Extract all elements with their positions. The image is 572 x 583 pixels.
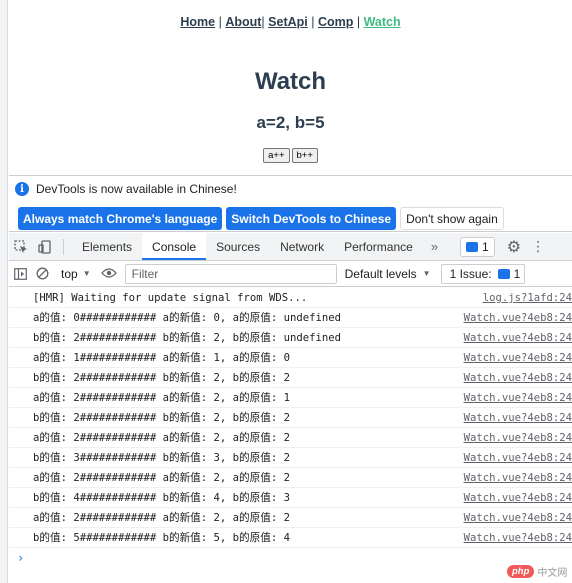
console-message-row: [HMR] Waiting for update signal from WDS… <box>9 288 572 308</box>
nav-separator: | <box>215 15 226 29</box>
nav-link-comp[interactable]: Comp <box>318 15 353 29</box>
console-message-row: b的值: 4############ b的新值: 4, b的原值: 3 Watch… <box>9 488 572 508</box>
console-source-link[interactable]: Watch.vue?4eb8:24 <box>464 408 572 427</box>
message-icon <box>466 241 479 252</box>
console-source-link[interactable]: Watch.vue?4eb8:24 <box>464 368 572 387</box>
increment-b-button[interactable]: b++ <box>291 148 318 163</box>
tab-elements[interactable]: Elements <box>72 233 142 261</box>
console-source-link[interactable]: Watch.vue?4eb8:24 <box>464 308 572 327</box>
issues-label: 1 Issue: <box>449 266 492 281</box>
console-source-link[interactable]: Watch.vue?4eb8:24 <box>464 388 572 407</box>
watermark-text: 中文网 <box>537 568 568 579</box>
log-levels-value: Default levels <box>344 266 417 281</box>
watermark-logo: php <box>507 565 535 578</box>
console-source-link[interactable]: Watch.vue?4eb8:24 <box>464 488 572 507</box>
more-options-icon[interactable]: ⋮ <box>531 238 545 255</box>
console-source-link[interactable]: Watch.vue?4eb8:24 <box>464 508 572 527</box>
issues-count: 1 <box>482 239 489 254</box>
console-messages: [HMR] Waiting for update signal from WDS… <box>9 288 572 548</box>
nav-separator: | <box>307 15 318 29</box>
tab-network[interactable]: Network <box>270 233 334 261</box>
console-message-row: b的值: 2############ b的新值: 2, b的原值: 2 Watch… <box>9 368 572 388</box>
console-source-link[interactable]: Watch.vue?4eb8:24 <box>464 348 572 367</box>
infobar-message-line: i DevTools is now available in Chinese! <box>15 182 237 196</box>
console-source-link[interactable]: Watch.vue?4eb8:24 <box>464 528 572 547</box>
console-message-row: b的值: 2############ b的新值: 2, b的原值: 2 Watch… <box>9 408 572 428</box>
info-icon: i <box>15 182 29 196</box>
issues-filter-button[interactable]: 1 Issue: 1 <box>440 263 526 284</box>
console-source-link[interactable]: Watch.vue?4eb8:24 <box>464 468 572 487</box>
devtools-panel: i DevTools is now available in Chinese! … <box>9 175 572 583</box>
console-message-row: a的值: 2############ a的新值: 2, a的原值: 2 Watch… <box>9 468 572 488</box>
language-infobar: i DevTools is now available in Chinese! … <box>9 176 572 232</box>
nav-link-home[interactable]: Home <box>180 15 215 29</box>
context-selector-value: top <box>61 266 78 281</box>
watermark: php 中文网 <box>507 564 567 579</box>
infobar-message: DevTools is now available in Chinese! <box>36 182 237 196</box>
issues-counter-button[interactable]: 1 <box>460 236 495 257</box>
page-title: Watch <box>254 68 327 95</box>
counter-buttons: a++ b++ <box>9 148 572 163</box>
message-icon <box>497 268 510 279</box>
prompt-chevron-icon: › <box>17 551 25 565</box>
context-selector[interactable]: top ▼ <box>55 267 97 281</box>
console-source-link[interactable]: Watch.vue?4eb8:24 <box>464 448 572 467</box>
console-output: [HMR] Waiting for update signal from WDS… <box>9 288 572 583</box>
chevron-down-icon: ▼ <box>422 269 431 278</box>
increment-a-button[interactable]: a++ <box>263 148 290 163</box>
device-toolbar-icon[interactable] <box>33 233 57 261</box>
inspect-element-icon[interactable] <box>9 233 33 261</box>
tab-sources[interactable]: Sources <box>206 233 270 261</box>
console-source-link[interactable]: Watch.vue?4eb8:24 <box>464 328 572 347</box>
toolbar-divider <box>63 238 64 255</box>
console-source-link[interactable]: Watch.vue?4eb8:24 <box>464 428 572 447</box>
sidebar-toggle-icon[interactable] <box>9 261 31 287</box>
chevron-down-icon: ▼ <box>82 269 91 278</box>
console-prompt[interactable]: › <box>9 548 572 568</box>
nav-link-watch[interactable]: Watch <box>364 15 401 29</box>
more-tabs-icon[interactable]: » <box>423 239 446 254</box>
console-message-row: a的值: 2############ a的新值: 2, a的原值: 2 Watch… <box>9 428 572 448</box>
console-message-row: a的值: 0############ a的新值: 0, a的原值: undefi… <box>9 308 572 328</box>
dont-show-again-button[interactable]: Don't show again <box>400 207 504 230</box>
devtools-tabbar: Elements Console Sources Network Perform… <box>9 233 572 261</box>
log-levels-dropdown[interactable]: Default levels ▼ <box>345 267 431 281</box>
live-expression-eye-icon[interactable] <box>100 265 117 282</box>
console-filterbar: top ▼ Default levels ▼ 1 Issue: 1 <box>9 261 572 287</box>
page-viewport: Home | About| SetApi | Comp | Watch Watc… <box>9 0 572 175</box>
window-left-edge <box>0 0 8 583</box>
console-filter-input[interactable] <box>124 263 337 284</box>
console-source-link[interactable]: log.js?1afd:24 <box>483 288 572 307</box>
nav-separator: | <box>353 15 364 29</box>
console-message-row: b的值: 5############ b的新值: 5, b的原值: 4 Watch… <box>9 528 572 548</box>
infobar-actions: Always match Chrome's language Switch De… <box>18 207 504 230</box>
tab-console[interactable]: Console <box>142 233 207 260</box>
clear-console-icon[interactable] <box>31 261 53 287</box>
top-nav: Home | About| SetApi | Comp | Watch <box>9 15 572 29</box>
nav-link-setapi[interactable]: SetApi <box>268 15 308 29</box>
nav-link-about[interactable]: About <box>225 15 261 29</box>
settings-gear-icon[interactable]: ⚙ <box>507 237 521 257</box>
console-message-row: a的值: 2############ a的新值: 2, a的原值: 1 Watch… <box>9 388 572 408</box>
values-display: a=2, b=5 <box>256 113 325 132</box>
tab-performance[interactable]: Performance <box>334 233 423 261</box>
switch-to-chinese-button[interactable]: Switch DevTools to Chinese <box>226 207 397 230</box>
console-message-row: a的值: 2############ a的新值: 2, a的原值: 2 Watch… <box>9 508 572 528</box>
always-match-language-button[interactable]: Always match Chrome's language <box>18 207 223 230</box>
console-message-row: b的值: 3############ b的新值: 3, b的原值: 2 Watch… <box>9 448 572 468</box>
console-message-row: b的值: 2############ b的新值: 2, b的原值: undefi… <box>9 328 572 348</box>
console-message-row: a的值: 1############ a的新值: 1, a的原值: 0 Watch… <box>9 348 572 368</box>
issues-count: 1 <box>513 266 521 281</box>
